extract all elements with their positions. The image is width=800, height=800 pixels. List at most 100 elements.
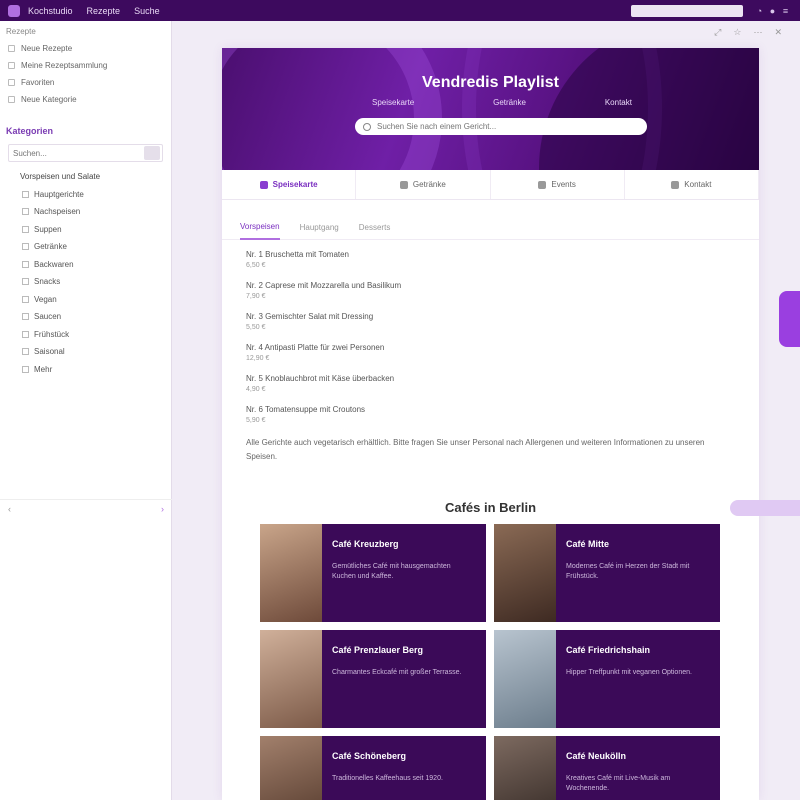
topbar-tab[interactable]: Rezepte xyxy=(87,6,121,16)
sidebar-category-label: Vorspeisen und Salate xyxy=(20,172,101,182)
menu-item[interactable]: Nr. 1 Bruschetta mit Tomaten 6,50 € xyxy=(246,250,759,269)
user-icon[interactable]: ● xyxy=(766,6,779,16)
menu-icon[interactable]: ≡ xyxy=(779,6,792,16)
prev-page-button[interactable]: ‹ xyxy=(8,504,11,514)
hero-nav-link[interactable]: Speisekarte xyxy=(372,98,414,107)
feedback-tab[interactable] xyxy=(779,291,800,347)
sidebar-category-item[interactable]: Vorspeisen und Salate xyxy=(0,168,171,186)
cafe-name: Café Kreuzberg xyxy=(332,539,399,549)
sidebar-category-item[interactable]: Mehr xyxy=(0,361,171,379)
menu-item[interactable]: Nr. 5 Knoblauchbrot mit Käse überbacken 4… xyxy=(246,374,759,393)
cafe-section-title: Cafés in Berlin xyxy=(444,500,537,515)
menu-item[interactable]: Nr. 2 Caprese mit Mozzarella und Basilik… xyxy=(246,281,759,300)
menu-item[interactable]: Nr. 4 Antipasti Platte für zwei Personen… xyxy=(246,343,759,362)
checkbox-icon xyxy=(22,295,29,303)
app-logo-icon[interactable] xyxy=(8,4,20,17)
next-page-button[interactable]: › xyxy=(161,504,164,514)
topbar-tab[interactable]: Kochstudio xyxy=(28,6,73,16)
cafe-photo xyxy=(494,630,556,728)
cafe-name: Café Friedrichshain xyxy=(566,645,651,655)
menu-item-price: 12,90 € xyxy=(246,355,270,362)
sidebar-category-item[interactable]: Snacks xyxy=(0,273,171,291)
checkbox-icon xyxy=(8,45,15,52)
checkbox-icon xyxy=(8,79,15,86)
sidebar-category-item[interactable]: Backwaren xyxy=(0,256,171,274)
close-icon[interactable]: ✕ xyxy=(774,27,782,38)
sidebar-link-label: Meine Rezeptsammlung xyxy=(21,61,108,70)
cafe-card[interactable]: Café Kreuzberg Gemütliches Café mit hausg… xyxy=(260,524,486,622)
sidebar-link[interactable]: Meine Rezeptsammlung xyxy=(0,57,171,74)
checkbox-icon xyxy=(22,225,29,233)
sidebar-search-input[interactable] xyxy=(9,148,144,158)
hero-title: Vendredis Playlist xyxy=(422,74,559,91)
sidebar-link[interactable]: Neue Rezepte xyxy=(0,40,171,57)
checkbox-icon xyxy=(22,243,29,251)
cafe-card[interactable]: Café Friedrichshain Hipper Treffpunkt mit… xyxy=(494,630,720,728)
cafe-card[interactable]: Café Neukölln Kreatives Café mit Live-Mus… xyxy=(494,736,720,800)
search-icon[interactable] xyxy=(144,146,160,160)
menu-list: Nr. 1 Bruschetta mit Tomaten 6,50 € Nr. 2 … xyxy=(222,240,759,464)
hero-nav-link[interactable]: Kontakt xyxy=(605,98,632,107)
tab-icon xyxy=(259,180,268,189)
main-tab[interactable]: Speisekarte xyxy=(222,170,357,199)
hero-search xyxy=(355,118,647,135)
cafe-cards: Café Kreuzberg Gemütliches Café mit hausg… xyxy=(260,524,720,800)
sidebar-category-label: Nachspeisen xyxy=(34,207,81,217)
sidebar-link[interactable]: Neue Kategorie xyxy=(0,91,171,108)
cafe-card[interactable]: Café Schöneberg Traditionelles Kaffeehaus… xyxy=(260,736,486,800)
sidebar-link[interactable]: Favoriten xyxy=(0,74,171,91)
sidebar-category-item[interactable]: Vegan xyxy=(0,291,171,309)
cafe-card-body: Café Prenzlauer Berg Charmantes Eckcafé m… xyxy=(322,630,486,728)
sidebar-category-item[interactable]: Getränke xyxy=(0,238,171,256)
cafe-name: Café Prenzlauer Berg xyxy=(332,645,424,655)
hero-nav-link[interactable]: Getränke xyxy=(493,98,526,107)
sidebar-category-item[interactable]: Suppen xyxy=(0,221,171,239)
star-icon[interactable]: ☆ xyxy=(733,27,741,38)
sub-tab[interactable]: Hauptgang xyxy=(300,214,339,240)
sidebar-link-label: Neue Kategorie xyxy=(21,95,77,104)
app-topbar: Kochstudio Rezepte Suche ◔ ● ≡ xyxy=(0,0,800,21)
menu-item-title: Nr. 4 Antipasti Platte für zwei Personen xyxy=(246,343,385,352)
menu-note: Alle Gerichte auch vegetarisch erhältlic… xyxy=(246,438,705,461)
sidebar-section-title: Kategorien xyxy=(6,126,54,136)
sidebar-category-item[interactable]: Hauptgerichte xyxy=(0,186,171,204)
sidebar-link-label: Neue Rezepte xyxy=(21,44,73,53)
cafe-description: Traditionelles Kaffeehaus seit 1920. xyxy=(332,775,443,782)
topbar-tab[interactable]: Suche xyxy=(134,6,160,16)
more-icon[interactable]: ⋯ xyxy=(753,27,762,38)
sidebar-category-item[interactable]: Saisonal xyxy=(0,343,171,361)
sidebar: Rezepte Neue Rezepte Meine Rezeptsammlung… xyxy=(0,21,172,800)
cafe-name: Café Mitte xyxy=(566,539,610,549)
menu-item-title: Nr. 2 Caprese mit Mozzarella und Basilik… xyxy=(246,281,402,290)
hero-search-input[interactable] xyxy=(377,122,637,131)
sidebar-category-item[interactable]: Saucen xyxy=(0,308,171,326)
menu-item[interactable]: Nr. 6 Tomatensuppe mit Croutons 5,90 € xyxy=(246,405,759,424)
sub-tab[interactable]: Desserts xyxy=(359,214,391,240)
sidebar-search xyxy=(8,144,163,162)
menu-item-title: Nr. 3 Gemischter Salat mit Dressing xyxy=(246,312,374,321)
search-icon xyxy=(363,122,371,131)
cafe-photo xyxy=(494,524,556,622)
bell-icon[interactable]: ◔ xyxy=(753,6,766,16)
sub-tabs: Vorspeisen Hauptgang Desserts xyxy=(222,200,759,240)
expand-icon[interactable]: ⤢ xyxy=(714,27,721,38)
sidebar-category-item[interactable]: Frühstück xyxy=(0,326,171,344)
hero-nav: Speisekarte Getränke Kontakt xyxy=(372,98,632,107)
cafe-card[interactable]: Café Mitte Modernes Café im Herzen der St… xyxy=(494,524,720,622)
main-tab[interactable]: Kontakt xyxy=(625,170,759,199)
sidebar-category-item[interactable]: Nachspeisen xyxy=(0,203,171,221)
sub-tab[interactable]: Vorspeisen xyxy=(240,214,280,240)
hero-decoration xyxy=(222,48,442,170)
main-tab[interactable]: Events xyxy=(491,170,625,199)
main-tab[interactable]: Getränke xyxy=(356,170,491,199)
sidebar-category-label: Suppen xyxy=(34,224,62,234)
main-tab-label: Kontakt xyxy=(684,180,712,189)
menu-item[interactable]: Nr. 3 Gemischter Salat mit Dressing 5,50 … xyxy=(246,312,759,331)
cafe-card[interactable]: Café Prenzlauer Berg Charmantes Eckcafé m… xyxy=(260,630,486,728)
sidebar-category-label: Hauptgerichte xyxy=(34,189,84,199)
main-tab-label: Getränke xyxy=(412,180,446,189)
sidebar-category-label: Getränke xyxy=(34,242,67,252)
topbar-search-input[interactable] xyxy=(631,4,743,17)
hero-banner: Vendredis Playlist Speisekarte Getränke … xyxy=(222,48,759,170)
help-tab[interactable] xyxy=(730,500,800,516)
